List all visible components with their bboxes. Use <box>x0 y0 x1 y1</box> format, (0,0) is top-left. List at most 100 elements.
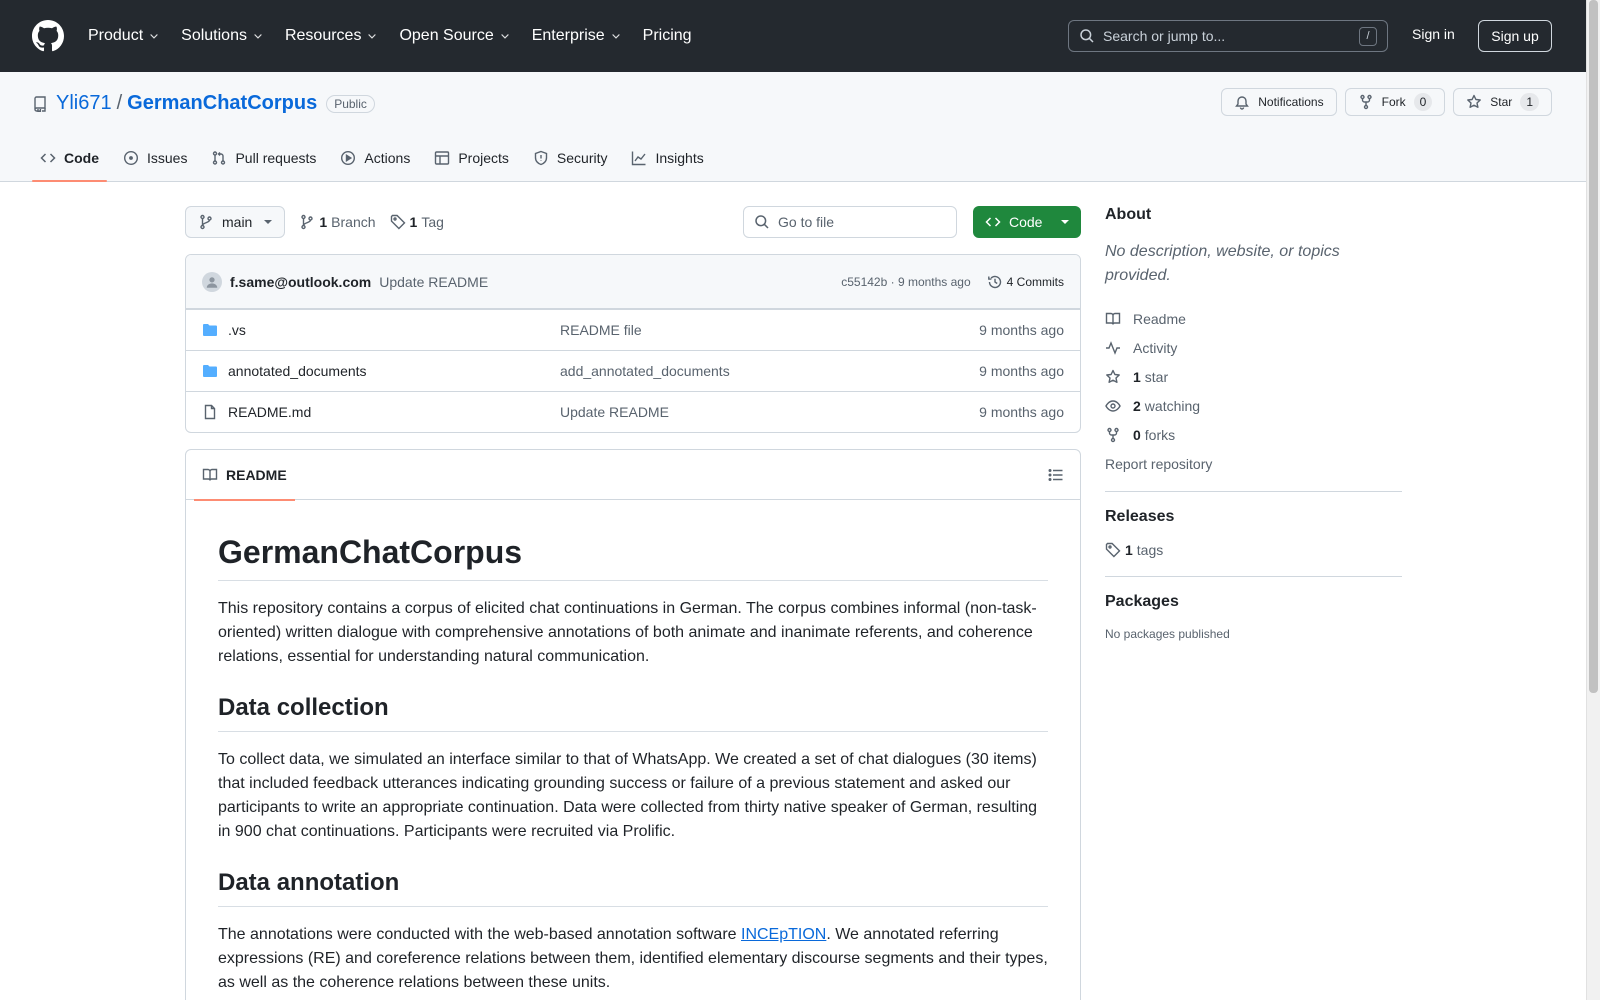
file-commit-message[interactable]: add_annotated_documents <box>560 363 979 379</box>
file-name-link[interactable]: .vs <box>228 322 560 338</box>
sidebar-divider <box>1105 491 1402 492</box>
tab-insights[interactable]: Insights <box>623 134 711 182</box>
commit-message-link[interactable]: Update README <box>379 274 488 290</box>
branch-icon <box>301 214 314 230</box>
repo-owner-link[interactable]: Yli671 <box>56 92 112 115</box>
tag-label: Tag <box>421 214 444 230</box>
nav-pricing[interactable]: Pricing <box>643 27 692 45</box>
github-logo-icon[interactable] <box>32 20 64 52</box>
branch-icon <box>200 214 212 230</box>
search-shortcut-key: / <box>1359 26 1377 46</box>
commits-history-link[interactable]: 4 Commits <box>987 274 1064 290</box>
file-row[interactable]: README.md Update README 9 months ago <box>186 391 1080 432</box>
breadcrumb-separator: / <box>116 92 123 114</box>
about-heading: About <box>1105 206 1152 223</box>
annotation-text: The annotations were conducted with the … <box>218 926 741 943</box>
inception-link[interactable]: INCEpTION <box>741 926 826 943</box>
tab-label: Issues <box>147 150 188 166</box>
folder-icon <box>203 324 217 336</box>
commit-hash-time[interactable]: c55142b · 9 months ago <box>841 275 970 289</box>
repo-icon <box>34 95 46 112</box>
global-search-input[interactable]: Search or jump to... / <box>1068 20 1388 52</box>
packages-heading[interactable]: Packages <box>1105 593 1402 611</box>
file-name-link[interactable]: annotated_documents <box>228 363 560 379</box>
nav-enterprise[interactable]: Enterprise <box>532 27 622 45</box>
tags-count: 1 <box>1125 542 1133 558</box>
nav-label: Pricing <box>642 27 692 44</box>
sign-up-button[interactable]: Sign up <box>1478 20 1552 52</box>
tab-projects[interactable]: Projects <box>426 134 517 182</box>
nav-solutions[interactable]: Solutions <box>181 27 264 45</box>
caret-down-icon <box>1061 220 1069 224</box>
forks-link[interactable]: 0 forks <box>1105 420 1402 449</box>
star-count: 1 <box>1520 93 1539 111</box>
tab-pull-requests[interactable]: Pull requests <box>203 134 324 182</box>
fork-icon <box>1359 94 1372 110</box>
book-icon <box>1105 312 1121 325</box>
user-icon <box>206 276 218 288</box>
releases-heading[interactable]: Releases <box>1105 508 1402 526</box>
stars-label: star <box>1144 368 1169 385</box>
list-outline-icon[interactable] <box>1048 467 1064 483</box>
chevron-down-icon <box>368 34 377 39</box>
tab-label: Security <box>556 150 608 166</box>
shield-icon <box>534 150 548 166</box>
play-icon <box>341 150 356 166</box>
report-repository-link[interactable]: Report repository <box>1105 449 1402 478</box>
nav-open-source[interactable]: Open Source <box>399 27 510 45</box>
nav-resources[interactable]: Resources <box>285 27 378 45</box>
scrollbar-thumb[interactable] <box>1589 0 1598 693</box>
go-to-file-input[interactable]: Go to file <box>743 206 957 238</box>
watchers-link[interactable]: 2 watching <box>1105 391 1402 420</box>
tags-count-link[interactable]: 1 tags <box>1105 542 1402 558</box>
readme-link[interactable]: Readme <box>1105 304 1402 333</box>
readme-tab-label: README <box>226 466 287 483</box>
tab-code[interactable]: Code <box>32 134 107 182</box>
tab-label: Projects <box>458 150 509 166</box>
nav-product[interactable]: Product <box>88 27 160 45</box>
branch-selector[interactable]: main <box>185 206 286 238</box>
code-button-label: Code <box>1009 214 1043 230</box>
readme-tab[interactable]: README <box>194 450 295 501</box>
avatar[interactable] <box>202 271 222 292</box>
forks-count: 0 <box>1133 426 1141 443</box>
table-icon <box>435 151 450 165</box>
readme-panel: README GermanChatCorpus This repository … <box>185 449 1081 1000</box>
history-icon <box>987 275 1001 288</box>
search-placeholder: Search or jump to... <box>1103 28 1226 44</box>
branches-link[interactable]: 1 Branch <box>299 214 376 230</box>
tags-link[interactable]: 1 Tag <box>390 214 444 230</box>
readme-title: GermanChatCorpus <box>218 532 1048 581</box>
tag-count: 1 <box>409 214 418 230</box>
sign-in-link[interactable]: Sign in <box>1412 26 1455 42</box>
eye-icon <box>1105 399 1121 412</box>
chevron-down-icon <box>254 34 262 39</box>
commits-count-label: 4 Commits <box>1006 274 1064 289</box>
page-scrollbar[interactable] <box>1586 0 1600 1000</box>
chevron-down-icon <box>500 34 509 39</box>
stars-link[interactable]: 1 star <box>1105 362 1402 391</box>
activity-link[interactable]: Activity <box>1105 333 1402 362</box>
repo-name-link[interactable]: GermanChatCorpus <box>127 92 317 115</box>
issue-icon <box>123 150 139 166</box>
file-row[interactable]: annotated_documents add_annotated_docume… <box>186 350 1080 391</box>
notifications-button[interactable]: Notifications <box>1221 88 1337 116</box>
star-button[interactable]: Star 1 <box>1453 88 1552 116</box>
file-name-link[interactable]: README.md <box>228 404 560 420</box>
file-commit-message[interactable]: README file <box>560 322 979 338</box>
heading-data-collection: Data collection <box>218 693 1048 732</box>
file-row[interactable]: .vs README file 9 months ago <box>186 309 1080 350</box>
stars-count: 1 <box>1133 368 1141 385</box>
tab-actions[interactable]: Actions <box>332 134 418 182</box>
readme-header: README <box>186 450 1080 501</box>
tab-issues[interactable]: Issues <box>115 134 195 182</box>
tab-security[interactable]: Security <box>525 134 616 182</box>
file-commit-message[interactable]: Update README <box>560 404 979 420</box>
fork-button[interactable]: Fork 0 <box>1344 88 1446 116</box>
code-dropdown-button[interactable]: Code <box>973 206 1081 238</box>
nav-label: Enterprise <box>531 27 605 44</box>
code-icon <box>985 217 1001 227</box>
commit-author-link[interactable]: f.same@outlook.com <box>230 274 371 290</box>
pull-request-icon <box>213 151 226 165</box>
folder-icon <box>203 365 217 377</box>
